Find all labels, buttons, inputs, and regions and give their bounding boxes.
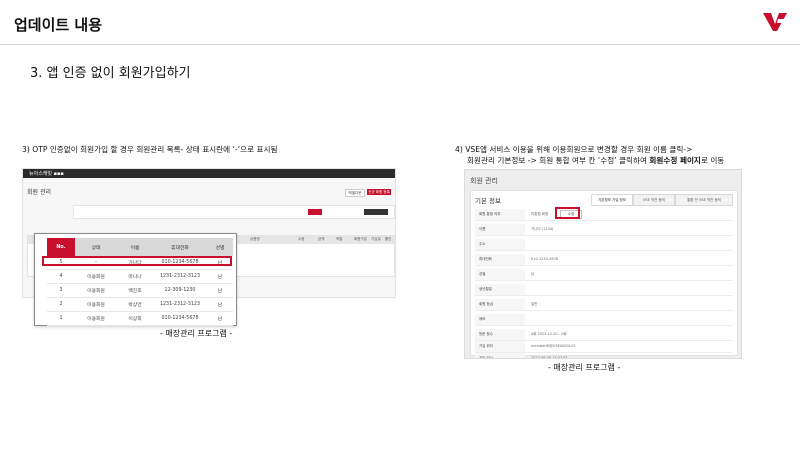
left-program-label: - 매장관리 프로그램 - <box>160 329 233 338</box>
caption-post: 로 이동 <box>700 156 725 165</box>
table-row[interactable]: 1 이용회원 이상희 010-1234-5678 남 <box>47 311 233 326</box>
table-cell: 2 <box>47 297 75 312</box>
row-key: 성별 <box>479 272 486 276</box>
row-key: 생년월일 <box>479 287 492 291</box>
info-row: 생년월일 <box>475 284 733 296</box>
row-key: 주소 <box>479 242 486 246</box>
caption-pre: 회원관리 기본정보 -> 회원 통합 여부 칸 ‘수정’ 클릭하여 <box>467 156 650 165</box>
table-cell[interactable]: 마니나 <box>117 269 153 284</box>
grid-header-cell: 상품명 <box>250 237 260 241</box>
row-value: 미통합 회원 <box>531 212 549 216</box>
row-key: 가입 일시 <box>479 356 493 359</box>
table-cell: 남 <box>207 269 233 284</box>
info-row: 휴대전화 010-1234-5678 <box>475 254 733 266</box>
highlight-box <box>555 207 580 219</box>
row-key: 휴대전화 <box>479 257 492 261</box>
brand-text: 뉴아스캐빗 ▪▪▪ <box>29 171 64 177</box>
table-cell: 1 <box>47 311 75 326</box>
info-row: 방문 횟수 0회 2024.12.20 - 0회 <box>475 329 733 341</box>
table-cell: 이용회원 <box>75 269 117 284</box>
grid-header-cell: 회원구분 <box>354 237 367 241</box>
info-row: 회원 등급 일반 : <box>475 299 733 311</box>
screenshot-page-title: 회원 관리 <box>27 189 51 196</box>
col-phone: 휴대전화 <box>153 238 207 256</box>
page-title: 업데이트 내용 <box>14 16 103 34</box>
table-row[interactable]: 4 이용회원 마니나 1231-2312-3123 남 <box>47 269 233 284</box>
section-title: 3. 앱 인증 없이 회원가입하기 <box>30 66 191 81</box>
tab-vse-terms[interactable]: VSE 약관 동의 <box>633 194 675 206</box>
col-status: 상태 <box>75 238 117 256</box>
info-row: 가입 일시 2024.06.06 14:07:51 <box>475 353 733 359</box>
row-value: 2024.06.06 14:07:51 <box>531 356 568 359</box>
row-key: 회원 등급 <box>479 302 493 306</box>
panel-subtitle: 기본 정보 <box>475 197 501 205</box>
left-caption: 3) OTP 인증없이 회원가입 할 경우 회원관리 목록- 상태 표시란에 ‘… <box>22 145 278 154</box>
row-key: 방문 횟수 <box>479 332 493 336</box>
table-cell: 이용회원 <box>75 297 117 312</box>
table-header-row: No. 상태 이름 휴대전화 성별 <box>47 238 233 256</box>
member-table: No. 상태 이름 휴대전화 성별 5- 가나다 010-1234-5678 남 4 이용… <box>47 238 233 326</box>
screenshot-page-title: 회원 관리 <box>470 177 498 185</box>
app-topbar: 뉴아스캐빗 ▪▪▪ <box>23 169 395 178</box>
detail-search-button[interactable] <box>364 209 388 215</box>
col-gender: 성별 <box>207 238 233 256</box>
table-row[interactable]: 3 이용회원 백진호 12-309-1230 남 <box>47 283 233 298</box>
grid-header-cell: 적립 <box>336 237 343 241</box>
grid-header-cell: 금액 <box>318 237 325 241</box>
tab-basic-info[interactable]: 기본정보 가입 정보 <box>591 194 633 206</box>
table-cell: 010-1234-5678 <box>153 311 207 326</box>
grid-header-cell: 가입일 <box>371 237 381 241</box>
row-value: memberID@VSE0000123 <box>531 344 576 348</box>
table-cell: 12-309-1230 <box>153 283 207 298</box>
row-key: 회원 통합 여부 <box>479 212 501 216</box>
excel-button[interactable]: 엑셀다운 <box>345 189 365 197</box>
table-row[interactable]: 2 이용회원 박상언 1231-2312-3123 남 <box>47 297 233 312</box>
right-program-label: - 매장관리 프로그램 - <box>548 363 621 372</box>
info-row: 성별 남 <box>475 269 733 281</box>
tab-pre-merge-terms[interactable]: 통합 전 VSE 약관 동의 <box>675 194 733 206</box>
header-divider <box>0 44 800 45</box>
table-cell: 4 <box>47 269 75 284</box>
table-cell: 남 <box>207 297 233 312</box>
right-caption-line2: 회원관리 기본정보 -> 회원 통합 여부 칸 ‘수정’ 클릭하여 회원수정 페… <box>467 155 724 166</box>
table-cell: 남 <box>207 283 233 298</box>
table-cell: 1231-2312-3123 <box>153 269 207 284</box>
row-value: 0회 2024.12.20 - 0회 <box>531 332 567 336</box>
right-caption-line1: 4) VSE앱 서비스 이용을 위해 이용회원으로 변경할 경우 회원 이름 클… <box>455 145 693 154</box>
table-cell[interactable]: 백진호 <box>117 283 153 298</box>
member-table-zoom: No. 상태 이름 휴대전화 성별 5- 가나다 010-1234-5678 남 4 이용… <box>34 233 237 326</box>
highlight-box <box>42 256 232 266</box>
row-value: 일반 : <box>531 302 540 306</box>
col-name: 이름 <box>117 238 153 256</box>
member-detail-screenshot: 회원 관리 기본 정보 기본정보 가입 정보 VSE 약관 동의 통합 전 VS… <box>464 169 742 359</box>
vse-logo-icon <box>763 13 787 31</box>
table-cell: 남 <box>207 311 233 326</box>
row-value: 가나다 (1234) <box>531 227 554 231</box>
info-row: 주소 <box>475 239 733 251</box>
row-key: 메모 <box>479 317 486 321</box>
info-row: 회원 통합 여부 미통합 회원 수정 <box>475 209 733 221</box>
filter-bar <box>73 205 395 219</box>
search-button[interactable] <box>308 209 322 215</box>
caption-bold: 회원수정 페이지 <box>649 156 701 165</box>
table-cell: 이용회원 <box>75 283 117 298</box>
table-cell[interactable]: 이상희 <box>117 311 153 326</box>
row-value: 010-1234-5678 <box>531 257 559 261</box>
info-panel: 기본 정보 기본정보 가입 정보 VSE 약관 동의 통합 전 VSE 약관 동… <box>470 190 738 359</box>
info-row: 이름 가나다 (1234) <box>475 224 733 236</box>
row-key: 가입 위치 <box>479 344 493 348</box>
row-value: 남 <box>531 272 535 276</box>
info-row: 가입 위치 memberID@VSE0000123 <box>475 341 733 353</box>
table-cell: 3 <box>47 283 75 298</box>
new-member-button[interactable]: 신규 회원 등록 <box>367 189 391 195</box>
col-no: No. <box>47 238 75 256</box>
info-row: 메모 <box>475 314 733 326</box>
grid-header-cell: 할인 <box>385 237 392 241</box>
row-key: 이름 <box>479 227 486 231</box>
table-cell: 1231-2312-3123 <box>153 297 207 312</box>
table-cell: 이용회원 <box>75 311 117 326</box>
grid-header-cell: 수량 <box>298 237 305 241</box>
table-cell[interactable]: 박상언 <box>117 297 153 312</box>
